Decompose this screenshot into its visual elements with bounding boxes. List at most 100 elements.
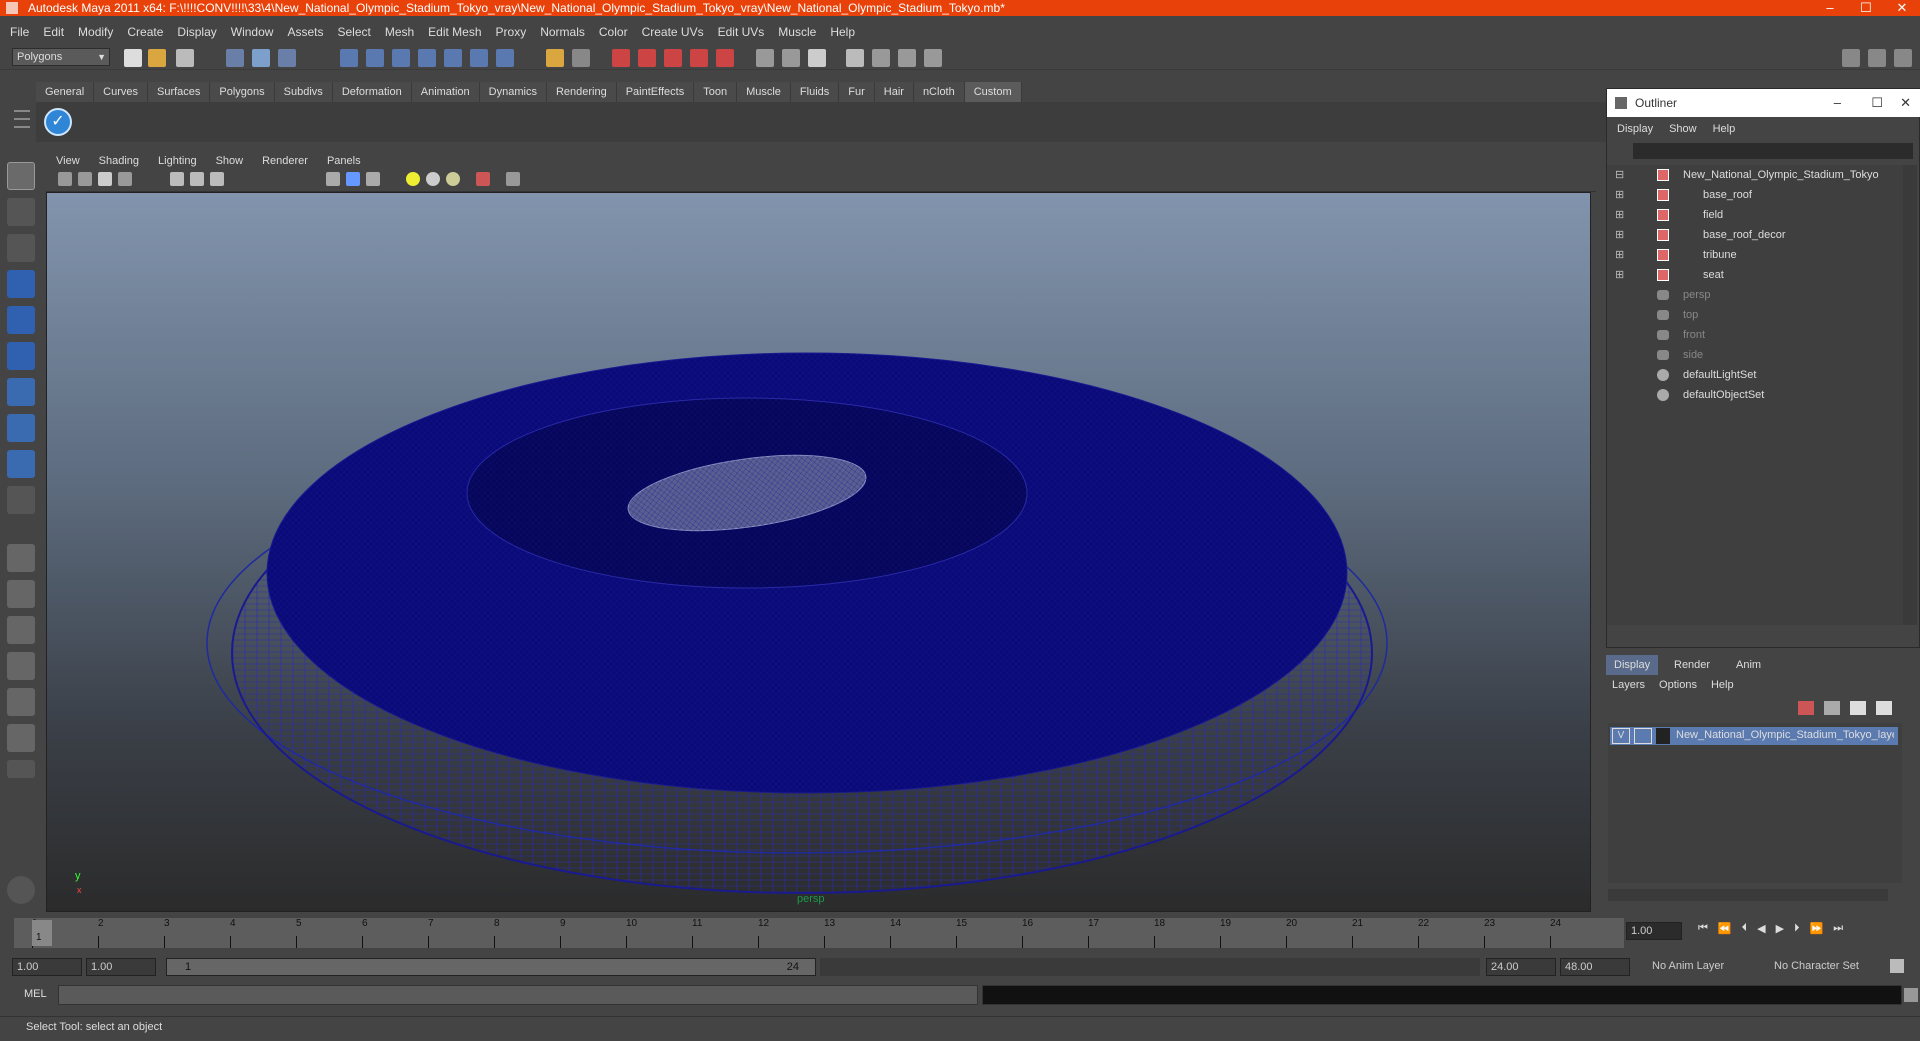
menu-display[interactable]: Display xyxy=(177,25,216,39)
hypershade-layout-icon[interactable] xyxy=(7,688,35,716)
render-settings-toolbox-icon[interactable] xyxy=(7,876,35,904)
resolution-gate-icon[interactable] xyxy=(210,172,224,186)
shelf-menu-icon[interactable] xyxy=(14,110,30,134)
shelf-tab-dynamics[interactable]: Dynamics xyxy=(479,82,547,102)
attribute-toggle-icon[interactable] xyxy=(1894,49,1912,67)
attribute-editor-icon[interactable] xyxy=(846,49,864,67)
smooth-shade-icon[interactable] xyxy=(346,172,360,186)
viewport-menu-view[interactable]: View xyxy=(56,152,80,170)
render-icon[interactable] xyxy=(612,49,630,67)
menu-select[interactable]: Select xyxy=(337,25,370,39)
shelf-tab-animation[interactable]: Animation xyxy=(411,82,480,102)
outliner-toggle-icon[interactable] xyxy=(1868,49,1886,67)
rotate-tool-icon[interactable] xyxy=(7,306,35,334)
manipulator-tool-icon[interactable] xyxy=(7,378,35,406)
menu-mesh[interactable]: Mesh xyxy=(385,25,414,39)
animation-start-field[interactable]: 1.00 xyxy=(12,958,82,976)
menu-muscle[interactable]: Muscle xyxy=(778,25,816,39)
snap-grid-icon[interactable] xyxy=(340,49,358,67)
help-icon[interactable] xyxy=(496,49,514,67)
select-tool-icon[interactable] xyxy=(7,162,35,190)
playback-end-field[interactable]: 24.00 xyxy=(1486,958,1556,976)
ipr-render-icon[interactable] xyxy=(638,49,656,67)
graph-layout-icon[interactable] xyxy=(7,652,35,680)
play-backward-icon[interactable]: ◀ xyxy=(1757,922,1765,942)
auto-key-icon[interactable] xyxy=(1890,959,1904,973)
expand-icon[interactable]: ⊞ xyxy=(1615,205,1624,225)
expand-icon[interactable]: ⊞ xyxy=(1615,185,1624,205)
film-gate-icon[interactable] xyxy=(190,172,204,186)
layer-tab-anim[interactable]: Anim xyxy=(1728,655,1769,675)
outliner-menu-display[interactable]: Display xyxy=(1617,123,1653,135)
select-camera-icon[interactable] xyxy=(58,172,72,186)
step-forward-key-icon[interactable]: ⏩ xyxy=(1810,922,1824,942)
checkmark-shelf-icon[interactable]: ✓ xyxy=(44,108,72,136)
mel-label[interactable]: MEL xyxy=(24,988,47,1000)
shelf-tab-custom[interactable]: Custom xyxy=(964,82,1022,102)
textured-icon[interactable] xyxy=(366,172,380,186)
step-back-key-icon[interactable]: ⏪ xyxy=(1718,922,1732,942)
move-tool-icon[interactable] xyxy=(7,270,35,298)
layer-hscrollbar[interactable] xyxy=(1608,889,1888,901)
layer-menu-layers[interactable]: Layers xyxy=(1612,679,1645,691)
anim-layer-selector[interactable]: No Anim Layer xyxy=(1648,958,1758,976)
lock-icon[interactable] xyxy=(546,49,564,67)
shelf-tab-subdivs[interactable]: Subdivs xyxy=(274,82,333,102)
close-button[interactable]: ✕ xyxy=(1884,0,1920,16)
step-forward-frame-icon[interactable]: ⏵ xyxy=(1794,922,1800,942)
outliner-item[interactable]: ⊟ New_National_Olympic_Stadium_Tokyo xyxy=(1607,165,1907,185)
outliner-scrollbar[interactable] xyxy=(1903,165,1917,625)
menu-color[interactable]: Color xyxy=(599,25,628,39)
layer-menu-options[interactable]: Options xyxy=(1659,679,1697,691)
shelf-tab-fluids[interactable]: Fluids xyxy=(790,82,840,102)
single-pane-layout-icon[interactable] xyxy=(7,544,35,572)
viewport-menu-lighting[interactable]: Lighting xyxy=(158,152,197,170)
shelf-tab-muscle[interactable]: Muscle xyxy=(737,82,791,102)
stadium-wireframe-model[interactable] xyxy=(47,193,1591,912)
snap-plane-icon[interactable] xyxy=(418,49,436,67)
perspective-viewport[interactable]: y x persp xyxy=(46,192,1591,912)
image-plane-icon[interactable] xyxy=(118,172,132,186)
history-icon[interactable] xyxy=(470,49,488,67)
camera-attributes-icon[interactable] xyxy=(78,172,92,186)
collapse-icon[interactable]: ⊟ xyxy=(1615,165,1624,185)
layer-editor-icon[interactable] xyxy=(898,49,916,67)
shadows-icon[interactable] xyxy=(446,172,460,186)
select-by-component-icon[interactable] xyxy=(278,49,296,67)
channel-box-icon[interactable] xyxy=(808,49,826,67)
outliner-item[interactable]: ⊞ field xyxy=(1607,205,1907,225)
isolate-select-icon[interactable] xyxy=(476,172,490,186)
menu-file[interactable]: File xyxy=(10,25,29,39)
shelf-tab-hair[interactable]: Hair xyxy=(874,82,914,102)
menu-help[interactable]: Help xyxy=(830,25,855,39)
shelf-tab-deformation[interactable]: Deformation xyxy=(332,82,412,102)
toggle-panel-icon[interactable] xyxy=(924,49,942,67)
shelf-tab-surfaces[interactable]: Surfaces xyxy=(147,82,211,102)
outliner-menu-help[interactable]: Help xyxy=(1713,123,1736,135)
time-slider[interactable]: 123456789101112131415161718192021222324 … xyxy=(14,918,1624,948)
viewport-menu-renderer[interactable]: Renderer xyxy=(262,152,308,170)
layer-up-icon[interactable] xyxy=(1850,701,1866,715)
layer-color-swatch[interactable] xyxy=(1656,728,1670,744)
wireframe-icon[interactable] xyxy=(326,172,340,186)
expand-icon[interactable]: ⊞ xyxy=(1615,225,1624,245)
outliner-item[interactable]: ⊞ tribune xyxy=(1607,245,1907,265)
select-by-object-icon[interactable] xyxy=(252,49,270,67)
snap-curve-icon[interactable] xyxy=(366,49,384,67)
shelf-tab-painteffects[interactable]: PaintEffects xyxy=(616,82,695,102)
menu-window[interactable]: Window xyxy=(231,25,274,39)
menu-proxy[interactable]: Proxy xyxy=(496,25,527,39)
menu-edit-uvs[interactable]: Edit UVs xyxy=(718,25,765,39)
scale-tool-icon[interactable] xyxy=(7,342,35,370)
range-slider[interactable]: 1 24 xyxy=(166,958,816,976)
menu-normals[interactable]: Normals xyxy=(540,25,585,39)
outliner-item[interactable]: ⊞ seat xyxy=(1607,265,1907,285)
snap-point-icon[interactable] xyxy=(392,49,410,67)
outliner-item[interactable]: defaultObjectSet xyxy=(1607,385,1907,405)
script-editor-icon[interactable] xyxy=(1904,988,1918,1002)
playback-start-field[interactable]: 1.00 xyxy=(86,958,156,976)
uv-layout-icon[interactable] xyxy=(7,724,35,752)
expand-icon[interactable]: ⊞ xyxy=(1615,245,1624,265)
outliner-filter-field[interactable] xyxy=(1633,143,1913,159)
viewport-menu-shading[interactable]: Shading xyxy=(99,152,139,170)
